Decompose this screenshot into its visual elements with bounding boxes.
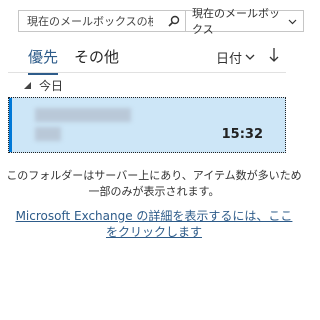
server-info-text: このフォルダーはサーバー上にあり、アイテム数が多いため一部のみが表示されます。 (6, 169, 302, 198)
sort-by-label: 日付 (216, 52, 243, 67)
collapse-triangle-icon (24, 78, 31, 92)
search-input[interactable] (27, 14, 153, 28)
selection-bar (9, 98, 12, 152)
tab-other[interactable]: その他 (74, 46, 119, 75)
group-header-today[interactable]: 今日 (10, 74, 286, 96)
search-box[interactable] (18, 10, 186, 32)
redacted-subject (35, 127, 61, 141)
sort-direction-arrow-icon[interactable] (268, 46, 280, 68)
message-item[interactable]: 15:32 (8, 97, 286, 153)
inbox-tabs: 優先 その他 (28, 46, 119, 75)
search-icon[interactable] (163, 10, 185, 32)
message-time: 15:32 (221, 127, 263, 142)
search-scope-label: 現在のメールボックス (192, 7, 280, 36)
divider (8, 72, 286, 73)
chevron-down-icon (245, 50, 255, 65)
redacted-sender (35, 108, 131, 122)
group-label: 今日 (39, 78, 64, 93)
search-scope-dropdown[interactable]: 現在のメールボックス (186, 7, 304, 36)
sort-by-dropdown[interactable]: 日付 (216, 48, 255, 67)
exchange-details-link[interactable]: Microsoft Exchange の詳細を表示するには、ここをクリックします (10, 208, 298, 240)
search-bar: 現在のメールボックス (18, 7, 306, 36)
tab-focused[interactable]: 優先 (28, 46, 59, 75)
chevron-down-icon (288, 15, 297, 28)
